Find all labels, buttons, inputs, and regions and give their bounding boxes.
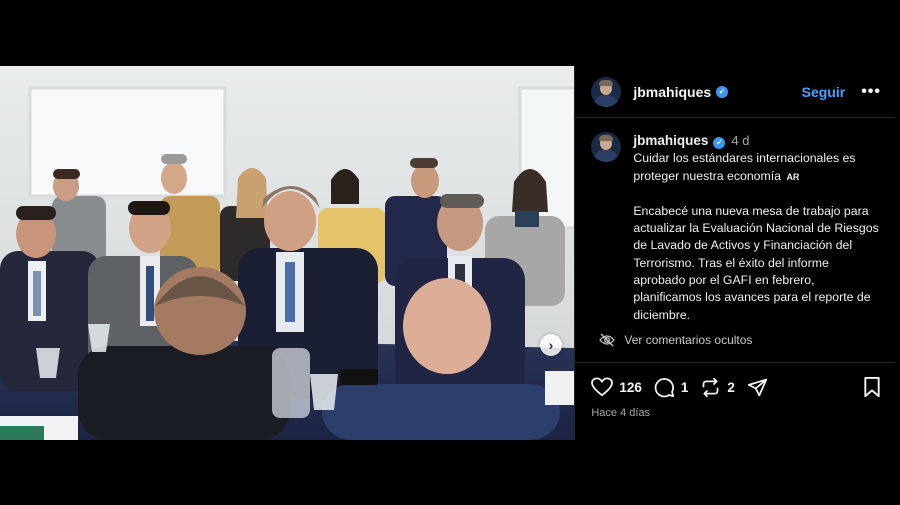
- post-header: jbmahiques ✓ Seguir •••: [575, 66, 895, 118]
- verified-icon: ✓: [716, 85, 729, 98]
- caption-line-1: Cuidar los estándares internacionales es…: [633, 151, 856, 183]
- like-button[interactable]: 126: [591, 377, 642, 397]
- repost-count: 2: [727, 379, 735, 395]
- comment-icon: [654, 377, 675, 397]
- action-bar: 126 1 2: [575, 363, 895, 399]
- share-icon: [747, 378, 768, 396]
- repost-button[interactable]: 2: [700, 377, 735, 398]
- post-container: › jbmahiques ✓ Seguir ••• jbmahiques ✓ 4 d…: [0, 66, 895, 440]
- repost-icon: [703, 377, 719, 397]
- post-sidebar: jbmahiques ✓ Seguir ••• jbmahiques ✓ 4 d C…: [574, 66, 895, 440]
- save-button[interactable]: [863, 376, 881, 398]
- post-age[interactable]: 4 d: [731, 133, 749, 148]
- caption-username[interactable]: jbmahiques: [633, 133, 708, 148]
- caption-area: jbmahiques ✓ 4 d Cuidar los estándares int…: [591, 132, 881, 324]
- flag-ar: AR: [786, 171, 800, 182]
- chevron-right-icon: ›: [548, 337, 554, 353]
- next-photo-button[interactable]: ›: [540, 334, 562, 356]
- post-photo[interactable]: ›: [0, 66, 575, 440]
- comment-count: 1: [680, 379, 689, 395]
- avatar[interactable]: [591, 76, 622, 107]
- view-hidden-comments[interactable]: Ver comentarios ocultos: [599, 333, 752, 347]
- post-timestamp[interactable]: Hace 4 días: [575, 399, 895, 427]
- caption: jbmahiques ✓ 4 d Cuidar los estándares int…: [633, 132, 881, 324]
- verified-icon: ✓: [713, 137, 726, 149]
- more-icon[interactable]: •••: [861, 83, 881, 101]
- hidden-comments-label: Ver comentarios ocultos: [624, 333, 753, 347]
- comment-button[interactable]: 1: [654, 377, 689, 398]
- bookmark-icon: [864, 376, 880, 397]
- header-username[interactable]: jbmahiques: [633, 84, 711, 100]
- post-footer: 126 1 2 Hace 4 días: [575, 362, 895, 427]
- like-count: 126: [619, 379, 642, 395]
- follow-button[interactable]: Seguir: [802, 84, 846, 100]
- caption-body: Encabecé una nueva mesa de trabajo para …: [633, 203, 879, 322]
- caption-avatar[interactable]: [591, 132, 622, 162]
- meeting-photo: [0, 66, 575, 440]
- share-button[interactable]: [747, 377, 768, 398]
- heart-icon: [591, 377, 614, 397]
- eye-off-icon: [599, 333, 616, 347]
